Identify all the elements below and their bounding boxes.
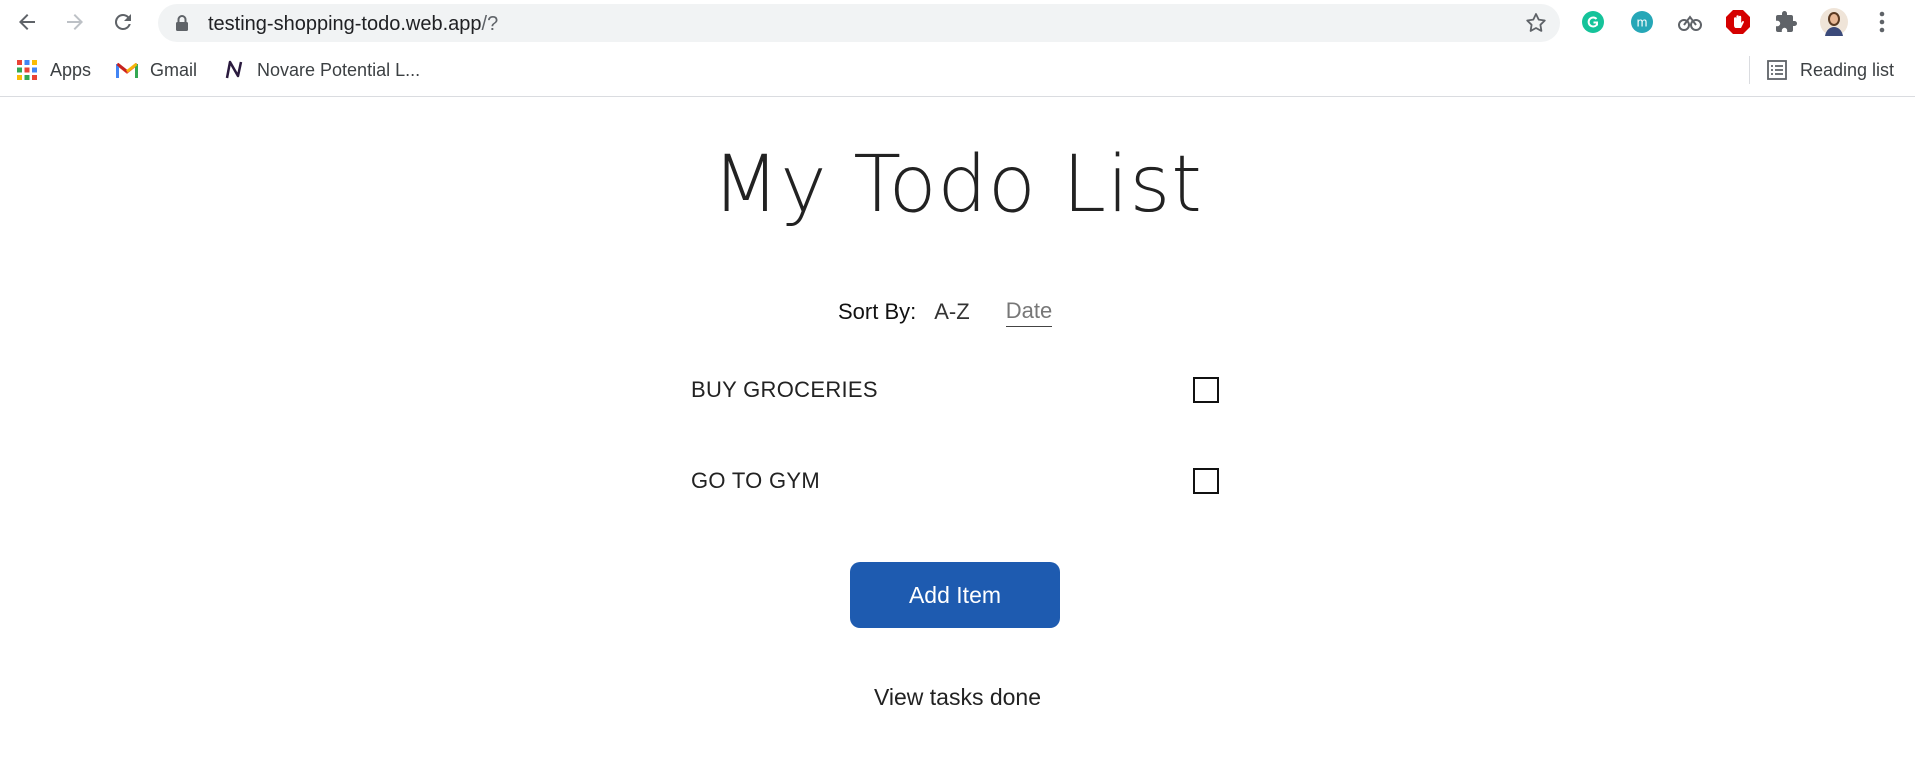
add-item-button[interactable]: Add Item [850, 562, 1060, 628]
grammarly-icon[interactable] [1579, 8, 1607, 36]
sort-bar: Sort By: A-Z Date [838, 294, 1088, 330]
bookmarks-divider [1749, 56, 1750, 84]
forward-button[interactable] [59, 6, 91, 38]
bookmark-label: Apps [50, 59, 92, 80]
forward-arrow-icon [67, 14, 83, 30]
reading-list-icon [1766, 59, 1788, 81]
bookmark-label: Gmail [150, 59, 198, 80]
view-tasks-done-link[interactable]: View tasks done [0, 684, 1915, 711]
adblock-icon[interactable] [1724, 8, 1752, 36]
todo-checkbox[interactable] [1193, 468, 1219, 494]
view-tasks-done-label: View tasks done [873, 684, 1042, 710]
m-extension-icon[interactable]: m [1628, 8, 1656, 36]
todo-checkbox[interactable] [1193, 377, 1219, 403]
reload-button[interactable] [107, 6, 139, 38]
reload-icon [114, 13, 131, 30]
gmail-icon [116, 59, 138, 81]
bookmark-star-icon[interactable] [1524, 11, 1548, 35]
profile-avatar[interactable] [1820, 8, 1848, 36]
url-host: testing-shopping-todo.web.app [208, 13, 482, 35]
sort-label: Sort By: [838, 299, 917, 324]
bookmark-gmail[interactable]: Gmail [116, 56, 197, 84]
back-button[interactable] [11, 6, 43, 38]
address-bar[interactable]: testing-shopping-todo.web.app/? [158, 4, 1560, 42]
link-extension-icon[interactable] [1676, 8, 1704, 36]
bookmark-label: Novare Potential L... [257, 59, 421, 80]
sort-option-az[interactable]: A-Z [934, 299, 969, 325]
sort-option-date[interactable]: Date [1005, 298, 1053, 327]
extensions-puzzle-icon[interactable] [1772, 8, 1800, 36]
svg-text:m: m [1637, 15, 1648, 30]
url-text: testing-shopping-todo.web.app/? [208, 13, 498, 36]
browser-toolbar: testing-shopping-todo.web.app/? m [0, 0, 1915, 44]
apps-grid-icon [16, 59, 38, 81]
back-arrow-icon [19, 14, 35, 30]
menu-dots-icon[interactable] [1868, 8, 1896, 36]
todo-item: GO TO GYM [691, 461, 1219, 501]
reading-list-button[interactable]: Reading list [1766, 56, 1894, 84]
bookmark-apps[interactable]: Apps [16, 56, 91, 84]
url-path: /? [481, 13, 499, 35]
lock-icon[interactable] [172, 13, 192, 33]
todo-label: GO TO GYM [691, 468, 821, 493]
page-title: My Todo List [712, 140, 1203, 230]
novare-icon [223, 59, 245, 81]
bookmark-novare[interactable]: Novare Potential L... [223, 56, 420, 84]
todo-label: BUY GROCERIES [691, 377, 878, 402]
todo-item: BUY GROCERIES [691, 370, 1219, 410]
reading-list-label: Reading list [1800, 59, 1895, 80]
bookmarks-bar: Apps Gmail Novare Potential L... Reading… [0, 44, 1915, 97]
